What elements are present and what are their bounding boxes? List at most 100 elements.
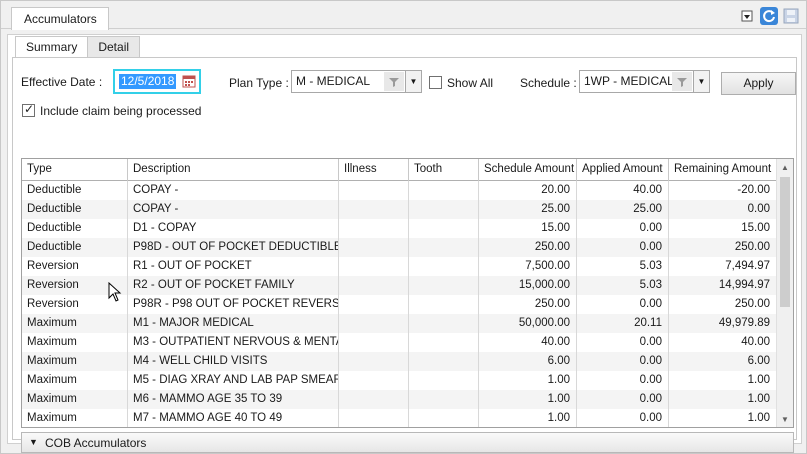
cell-tooth — [409, 257, 479, 276]
cell-applied-amount: 40.00 — [577, 181, 669, 200]
cell-type: Maximum — [22, 390, 128, 409]
cell-description: M4 - WELL CHILD VISITS — [128, 352, 339, 371]
cell-schedule-amount: 40.00 — [479, 333, 577, 352]
table-row[interactable]: Maximum M7 - MAMMO AGE 40 TO 49 1.00 0.00 1.… — [22, 409, 777, 427]
table-row[interactable]: Maximum M1 - MAJOR MEDICAL 50,000.00 20.11 4… — [22, 314, 777, 333]
table-row[interactable]: Deductible COPAY - 20.00 40.00 -20.00 — [22, 181, 777, 200]
cell-illness — [339, 181, 409, 200]
show-all-checkbox[interactable] — [429, 76, 442, 89]
cob-accumulators-expander[interactable]: ▼ COB Accumulators — [21, 432, 794, 453]
column-header-illness[interactable]: Illness — [339, 159, 409, 181]
cob-accumulators-label[interactable]: COB Accumulators — [45, 436, 146, 450]
cell-schedule-amount: 15.00 — [479, 219, 577, 238]
cell-illness — [339, 314, 409, 333]
cell-remaining-amount: 1.00 — [669, 371, 777, 390]
tab-detail[interactable]: Detail — [87, 36, 141, 58]
table-row[interactable]: Deductible P98D - OUT OF POCKET DEDUCTIBL… — [22, 238, 777, 257]
column-header-type[interactable]: Type — [22, 159, 128, 181]
accumulators-content: Summary Detail Effective Date : 12/5/201… — [7, 34, 802, 453]
cell-type: Maximum — [22, 352, 128, 371]
save-icon[interactable] — [782, 7, 800, 25]
schedule-value: 1WP - MEDICAL — [584, 74, 674, 88]
tab-summary[interactable]: Summary — [15, 36, 89, 58]
cell-remaining-amount: -20.00 — [669, 181, 777, 200]
cell-illness — [339, 238, 409, 257]
cell-schedule-amount: 1.00 — [479, 371, 577, 390]
column-header-description[interactable]: Description — [128, 159, 339, 181]
show-all-label[interactable]: Show All — [447, 76, 493, 90]
column-header-remaining-amount[interactable]: Remaining Amount — [669, 159, 777, 181]
filter-icon[interactable] — [384, 72, 404, 91]
cell-schedule-amount: 7,500.00 — [479, 257, 577, 276]
chevron-down-icon[interactable]: ▼ — [405, 71, 421, 92]
effective-date-label: Effective Date : — [21, 75, 103, 89]
cell-type: Maximum — [22, 371, 128, 390]
cell-type: Deductible — [22, 219, 128, 238]
cell-applied-amount: 20.11 — [577, 314, 669, 333]
column-header-schedule-amount[interactable]: Schedule Amount — [479, 159, 577, 181]
schedule-label: Schedule : — [520, 76, 577, 90]
cell-tooth — [409, 371, 479, 390]
table-row[interactable]: Maximum M6 - MAMMO AGE 35 TO 39 1.00 0.00 1.… — [22, 390, 777, 409]
table-row[interactable]: Deductible COPAY -25.00 25.00 0.00 — [22, 200, 777, 219]
cell-description: R1 - OUT OF POCKET — [128, 257, 339, 276]
accumulators-grid: Type Description Illness Tooth Schedule … — [21, 158, 794, 428]
scroll-down-icon[interactable]: ▼ — [777, 411, 793, 427]
cell-illness — [339, 390, 409, 409]
include-claim-label[interactable]: Include claim being processed — [40, 104, 201, 118]
window-tab-accumulators[interactable]: Accumulators — [11, 7, 109, 30]
cell-type: Reversion — [22, 257, 128, 276]
cell-remaining-amount: 1.00 — [669, 390, 777, 409]
cell-illness — [339, 219, 409, 238]
scroll-up-icon[interactable]: ▲ — [777, 159, 793, 175]
table-row[interactable]: Maximum M5 - DIAG XRAY AND LAB PAP SMEAR 1… — [22, 371, 777, 390]
cell-remaining-amount: 40.00 — [669, 333, 777, 352]
cell-remaining-amount: 250.00 — [669, 295, 777, 314]
chevron-down-icon[interactable]: ▼ — [29, 437, 38, 447]
cell-applied-amount: 0.00 — [577, 371, 669, 390]
cell-applied-amount: 5.03 — [577, 276, 669, 295]
cell-description: P98D - OUT OF POCKET DEDUCTIBLE FOR — [128, 238, 339, 257]
chevron-down-icon[interactable]: ▼ — [693, 71, 709, 92]
cell-remaining-amount: 15.00 — [669, 219, 777, 238]
cell-remaining-amount: 6.00 — [669, 352, 777, 371]
cell-type: Maximum — [22, 409, 128, 427]
table-row[interactable]: Maximum M4 - WELL CHILD VISITS 6.00 0.00 6.0… — [22, 352, 777, 371]
cell-illness — [339, 352, 409, 371]
schedule-combo[interactable]: 1WP - MEDICAL ▼ — [579, 70, 710, 93]
cell-remaining-amount: 7,494.97 — [669, 257, 777, 276]
cell-illness — [339, 295, 409, 314]
cell-tooth — [409, 219, 479, 238]
scrollbar-thumb[interactable] — [780, 177, 790, 307]
cell-illness — [339, 257, 409, 276]
grid-header: Type Description Illness Tooth Schedule … — [22, 159, 777, 181]
vertical-scrollbar[interactable]: ▲ ▼ — [776, 159, 793, 427]
cell-tooth — [409, 200, 479, 219]
table-row[interactable]: Reversion R2 - OUT OF POCKET FAMILY 15,000… — [22, 276, 777, 295]
column-header-tooth[interactable]: Tooth — [409, 159, 479, 181]
cell-remaining-amount: 49,979.89 — [669, 314, 777, 333]
effective-date-value[interactable]: 12/5/2018 — [119, 74, 177, 89]
table-row[interactable]: Deductible D1 - COPAY 15.00 0.00 15.00 — [22, 219, 777, 238]
grid-body: Deductible COPAY -20.00 40.00 -20.00 Deducti… — [22, 181, 777, 427]
cell-illness — [339, 333, 409, 352]
cell-remaining-amount: 250.00 — [669, 238, 777, 257]
refresh-icon[interactable] — [760, 7, 778, 25]
cell-tooth — [409, 181, 479, 200]
plan-type-combo[interactable]: M - MEDICAL ▼ — [291, 70, 422, 93]
table-row[interactable]: Reversion P98R - P98 OUT OF POCKET REVERS… — [22, 295, 777, 314]
table-row[interactable]: Reversion R1 - OUT OF POCKET 7,500.00 5.03 7… — [22, 257, 777, 276]
dropdown-menu-icon[interactable] — [738, 7, 756, 25]
cell-description: P98R - P98 OUT OF POCKET REVERSION — [128, 295, 339, 314]
cell-tooth — [409, 295, 479, 314]
cell-tooth — [409, 314, 479, 333]
cell-illness — [339, 371, 409, 390]
cell-tooth — [409, 352, 479, 371]
apply-button[interactable]: Apply — [721, 72, 796, 95]
table-row[interactable]: Maximum M3 - OUTPATIENT NERVOUS & MENTAL 4… — [22, 333, 777, 352]
include-claim-checkbox[interactable] — [22, 102, 35, 117]
column-header-applied-amount[interactable]: Applied Amount — [577, 159, 669, 181]
effective-date-field[interactable]: 12/5/2018 — [113, 69, 201, 94]
filter-icon[interactable] — [672, 72, 692, 91]
calendar-icon[interactable] — [182, 74, 196, 88]
